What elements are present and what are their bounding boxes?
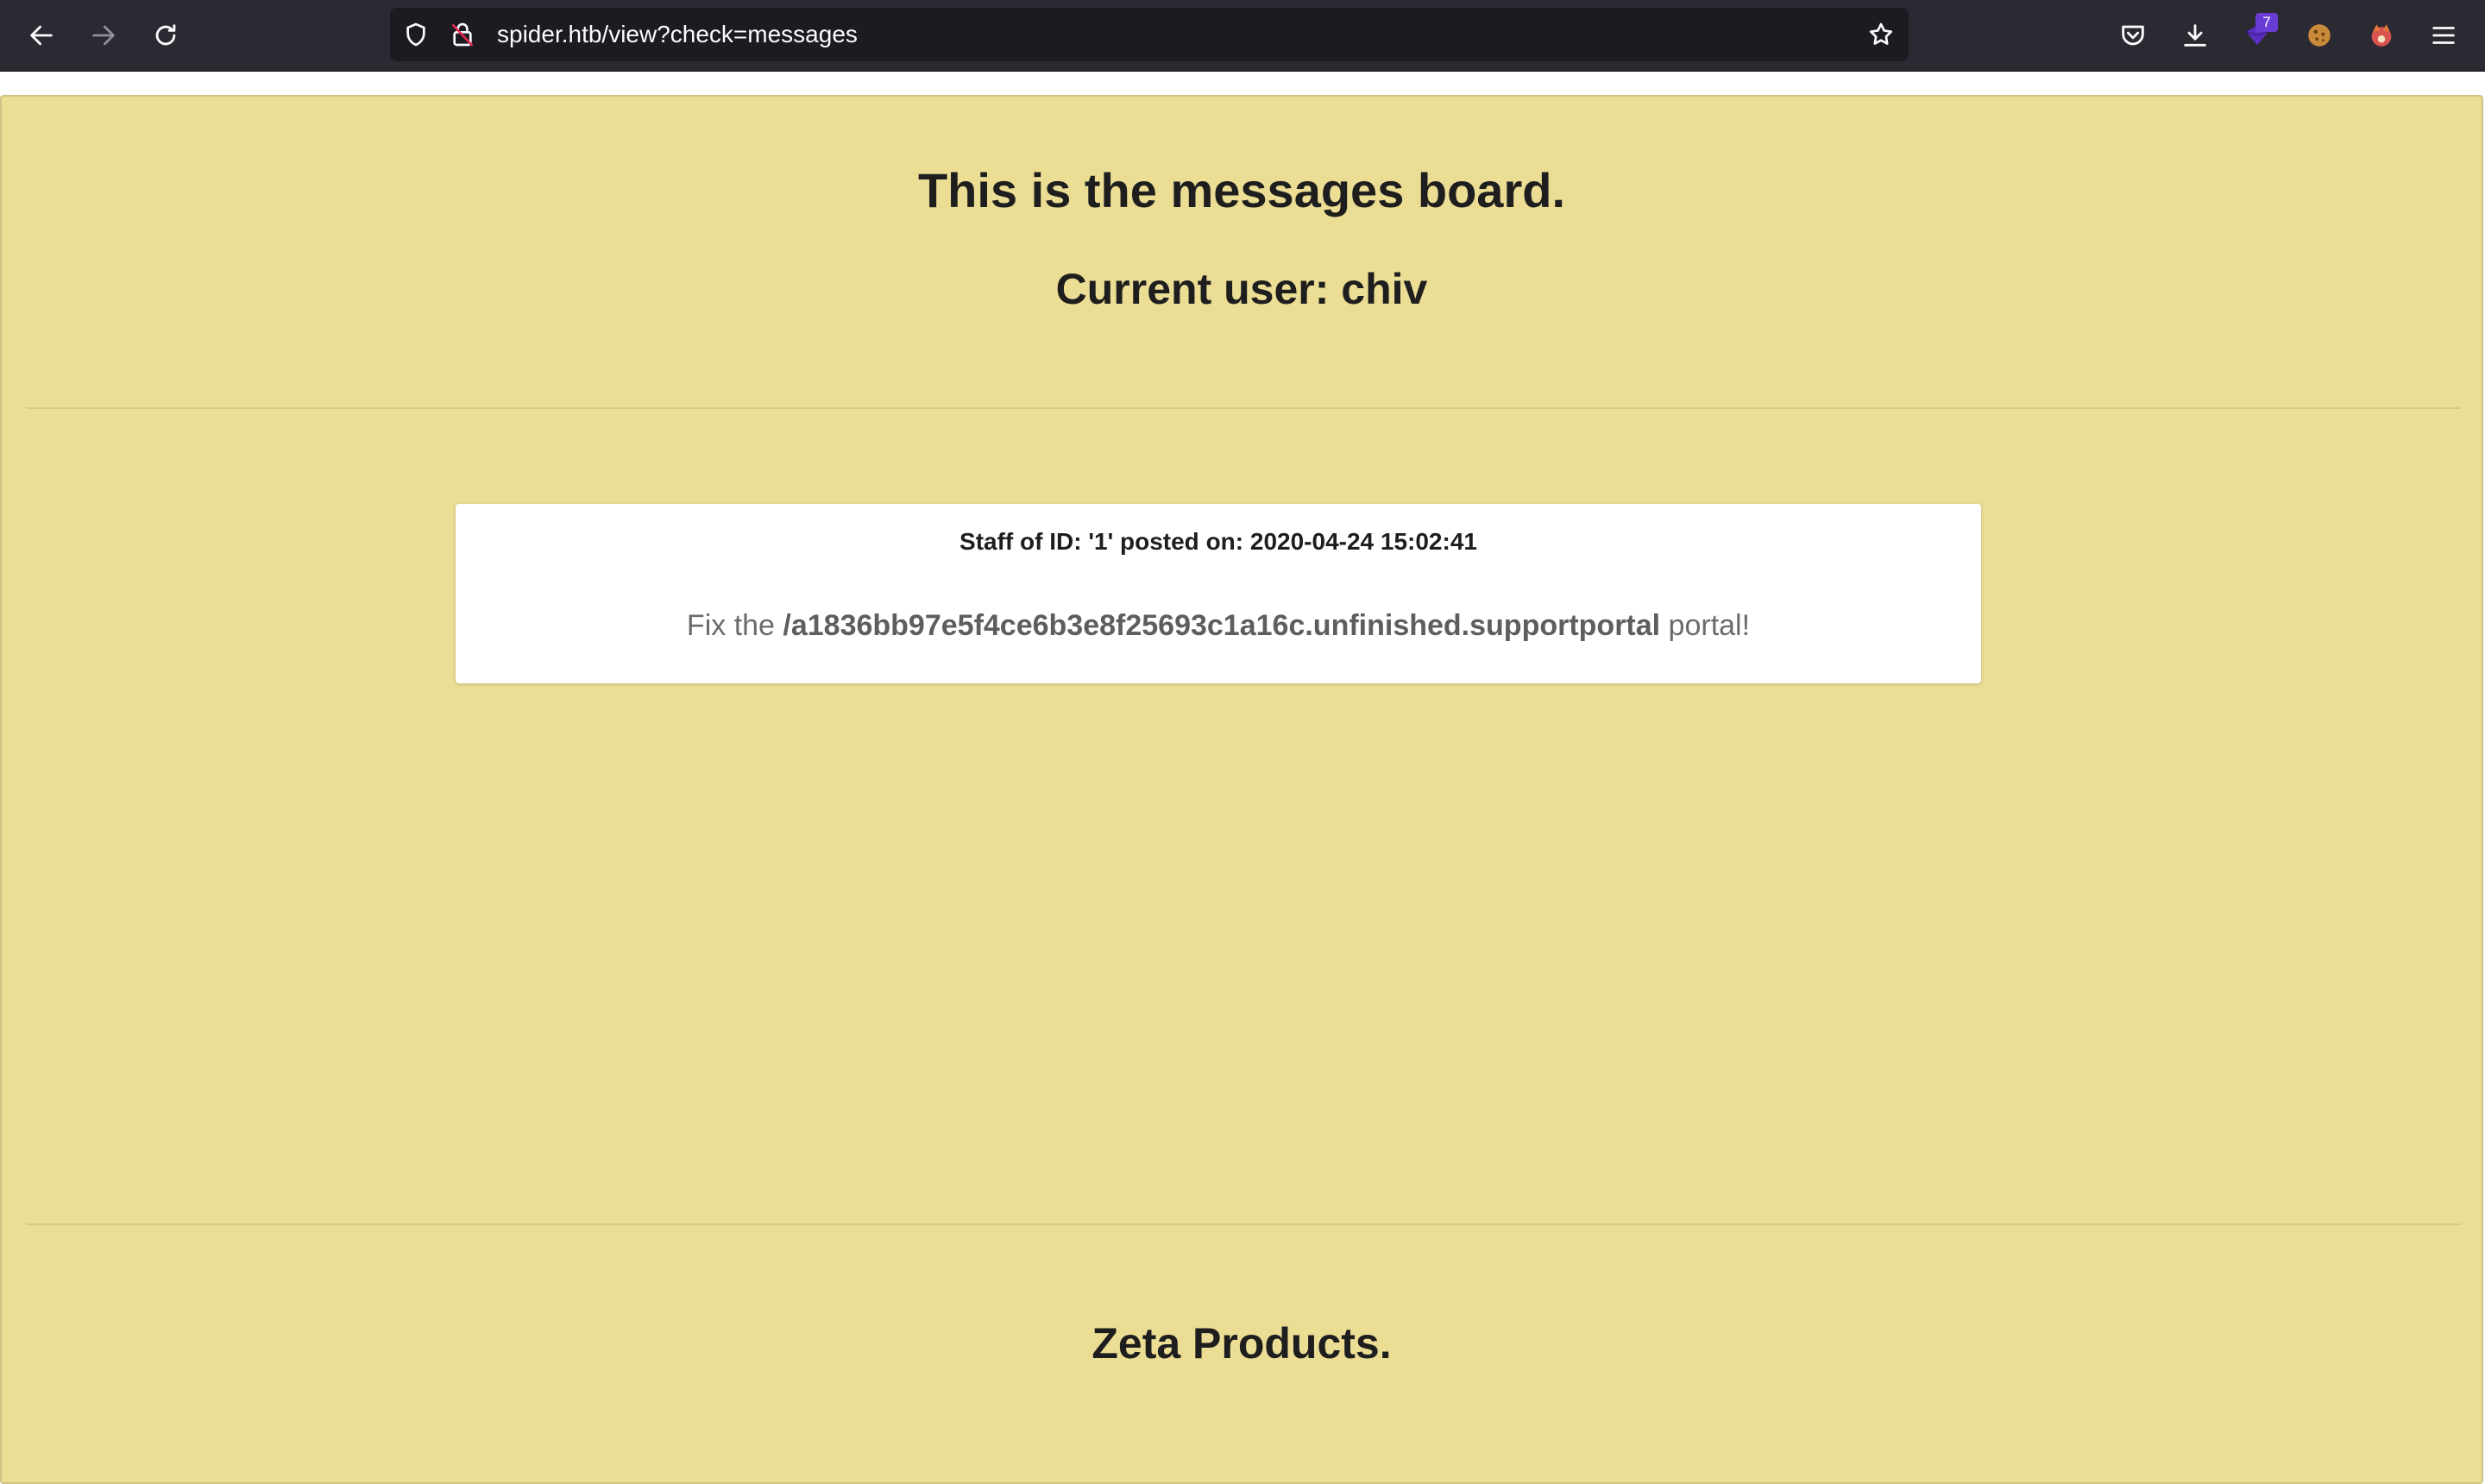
toolbar-divider [0, 71, 2485, 72]
reload-icon[interactable] [145, 15, 186, 56]
message-portal-path: /a1836bb97e5f4ce6b3e8f25693c1a16c.unfini… [783, 609, 1661, 642]
extension-badge: 7 [2255, 13, 2278, 32]
current-user-heading: Current user: chiv [1055, 265, 1428, 313]
divider [26, 1223, 2461, 1225]
insecure-lock-icon[interactable] [447, 19, 478, 50]
url-text[interactable]: spider.htb/view?check=messages [497, 8, 858, 61]
message-meta: Staff of ID: '1' posted on: 2020-04-24 1… [959, 528, 1477, 555]
forward-arrow-icon[interactable] [83, 15, 124, 56]
extension-icon[interactable]: 7 [2236, 13, 2278, 56]
foxyproxy-icon[interactable] [2361, 15, 2402, 56]
star-icon[interactable] [1865, 19, 1897, 50]
page-title: This is the messages board. [917, 163, 1566, 217]
pocket-icon[interactable] [2112, 15, 2154, 56]
footer-title: Zeta Products. [1092, 1319, 1392, 1368]
download-icon[interactable] [2174, 15, 2216, 56]
divider [26, 407, 2461, 409]
message-body: Fix the /a1836bb97e5f4ce6b3e8f25693c1a16… [456, 609, 1981, 643]
message-body-prefix: Fix the [686, 609, 783, 642]
browser-toolbar: spider.htb/view?check=messages 7 [0, 0, 2485, 71]
url-bar[interactable]: spider.htb/view?check=messages [390, 8, 1909, 61]
back-arrow-icon[interactable] [21, 15, 62, 56]
cookie-icon[interactable] [2299, 15, 2340, 56]
messages-page: This is the messages board. Current user… [0, 95, 2483, 1484]
hamburger-menu-icon[interactable] [2423, 15, 2464, 56]
message-card: Staff of ID: '1' posted on: 2020-04-24 1… [456, 504, 1981, 683]
shield-icon[interactable] [400, 19, 431, 50]
message-body-suffix: portal! [1660, 609, 1751, 642]
